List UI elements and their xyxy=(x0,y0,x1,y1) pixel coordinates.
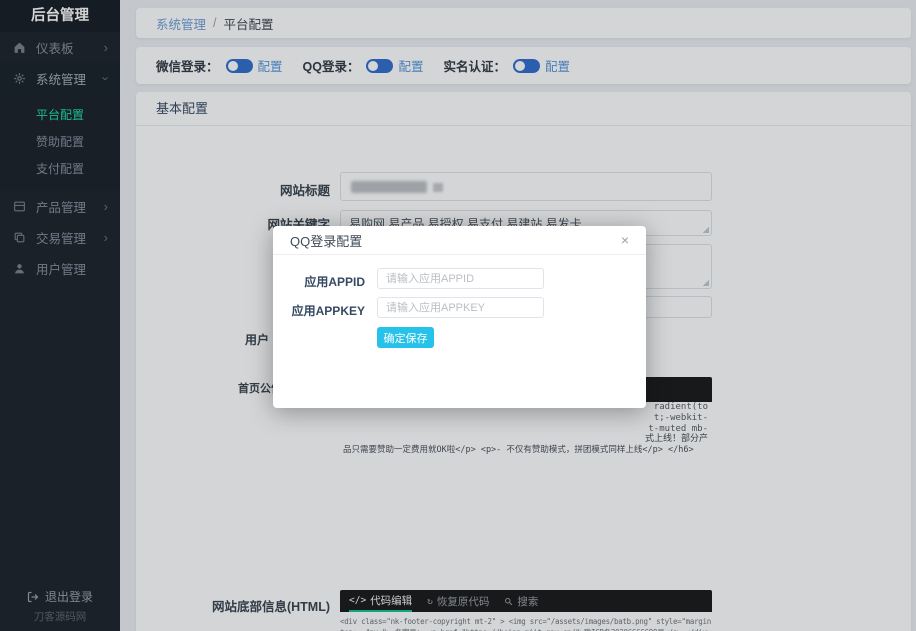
qq-login-config-modal: QQ登录配置 × 应用APPID 应用APPKEY 确定保存 xyxy=(273,226,646,408)
save-button[interactable]: 确定保存 xyxy=(377,327,434,348)
appkey-label: 应用APPKEY xyxy=(291,304,365,318)
appid-input[interactable] xyxy=(377,268,544,289)
modal-header: QQ登录配置 × xyxy=(273,226,646,255)
close-icon[interactable]: × xyxy=(621,233,629,247)
appkey-input[interactable] xyxy=(377,297,544,318)
page: 后台管理 仪表板 › 系统管理 › 平台配置 赞助配置 支付配置 产品管理 › … xyxy=(0,0,916,631)
appid-label: 应用APPID xyxy=(304,275,365,289)
modal-title: QQ登录配置 xyxy=(290,233,363,249)
